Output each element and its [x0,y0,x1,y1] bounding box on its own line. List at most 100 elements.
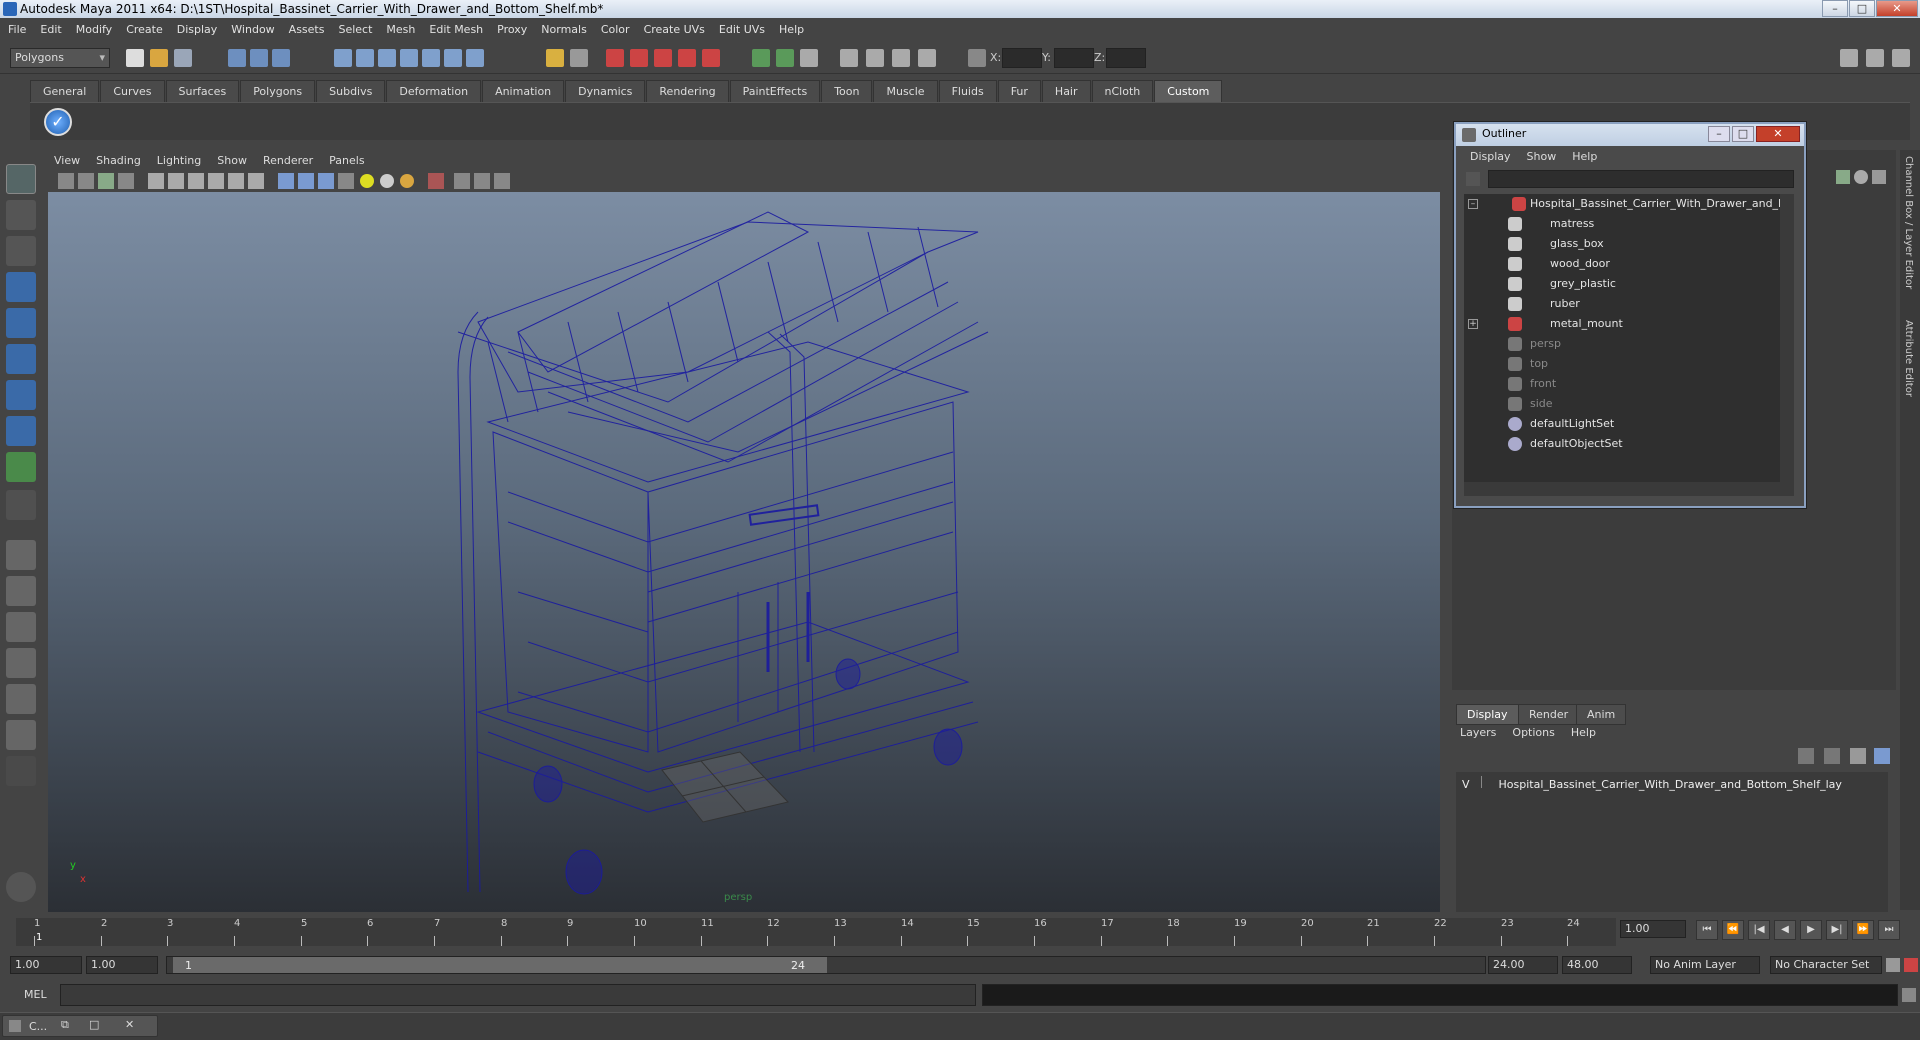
move-tool-icon[interactable] [6,272,36,302]
go-to-start-button[interactable]: ⏮ [1696,920,1718,940]
shelf-tab-muscle[interactable]: Muscle [873,80,938,102]
layer-visibility-toggle[interactable]: V [1462,778,1470,791]
lights-default-icon[interactable] [360,174,374,188]
graph-editor-icon[interactable] [866,49,884,67]
hypergraph-icon[interactable] [918,49,936,67]
outliner-menu-show[interactable]: Show [1527,148,1557,166]
layer-color-swatch[interactable] [1481,776,1491,788]
camera-attributes-icon[interactable] [78,173,94,189]
lock-icon[interactable] [546,49,564,67]
last-tool-icon[interactable] [6,490,36,520]
field-chart-icon[interactable] [228,173,244,189]
show-manipulator-icon[interactable] [6,452,36,482]
collapse-toggle-icon[interactable]: – [1468,199,1478,209]
layout-single-icon[interactable] [1840,49,1858,67]
menu-help[interactable]: Help [779,23,804,36]
select-tool-icon[interactable] [6,164,36,194]
outliner-item-metal-mount[interactable]: + metal_mount [1464,314,1780,334]
smooth-shading-icon[interactable] [298,173,314,189]
layout-attribute-icon[interactable] [1892,49,1910,67]
layout-single-pane-icon[interactable] [6,540,36,570]
outliner-item-ruber[interactable]: ruber [1464,294,1780,314]
outliner-icon[interactable] [840,49,858,67]
render-current-icon[interactable] [606,49,624,67]
wireframe-shading-icon[interactable] [278,173,294,189]
universal-manipulator-icon[interactable] [6,380,36,410]
resolution-gate-icon[interactable] [188,173,204,189]
maximize-button[interactable]: □ [1849,0,1875,17]
new-layer-icon[interactable] [1850,748,1866,764]
menu-normals[interactable]: Normals [541,23,587,36]
rotate-tool-icon[interactable] [6,308,36,338]
layer-tab-display[interactable]: Display [1456,704,1519,725]
menu-proxy[interactable]: Proxy [497,23,527,36]
outliner-menu-help[interactable]: Help [1572,148,1597,166]
outliner-item-root[interactable]: – Hospital_Bassinet_Carrier_With_Drawer_… [1464,194,1780,214]
outliner-close-button[interactable]: ✕ [1756,126,1800,142]
new-scene-icon[interactable] [126,49,144,67]
expand-toggle-icon[interactable]: + [1468,319,1478,329]
channel-box-mode-icon[interactable] [1854,170,1868,184]
question-icon[interactable] [466,49,484,67]
outliner-filter-icon[interactable] [1466,172,1480,186]
xray-joints-icon[interactable] [474,173,490,189]
shelf-tab-rendering[interactable]: Rendering [646,80,729,102]
outliner-horizontal-scrollbar[interactable] [1464,482,1794,496]
shelf-tab-ncloth[interactable]: nCloth [1091,80,1154,102]
perspective-viewport[interactable]: y x persp [48,192,1440,912]
range-slider-bar[interactable] [173,957,827,973]
channel-box-tab[interactable]: Channel Box / Layer Editor [1903,156,1914,289]
shelf-tab-surfaces[interactable]: Surfaces [165,80,240,102]
outliner-item-wood-door[interactable]: wood_door [1464,254,1780,274]
scale-tool-icon[interactable] [6,344,36,374]
outliner-menu-display[interactable]: Display [1470,148,1511,166]
layer-tab-anim[interactable]: Anim [1576,704,1627,725]
layer-menu-help[interactable]: Help [1571,726,1596,739]
film-gate-icon[interactable] [168,173,184,189]
outliner-item-glass-box[interactable]: glass_box [1464,234,1780,254]
hypershade-icon[interactable] [678,49,696,67]
outliner-titlebar[interactable]: Outliner – □ ✕ [1456,124,1804,146]
channel-box-edit-icon[interactable] [1872,170,1886,184]
save-scene-icon[interactable] [174,49,192,67]
select-object-icon[interactable] [250,49,268,67]
step-back-button[interactable]: ⏪ [1722,920,1744,940]
shelf-tab-general[interactable]: General [30,80,100,102]
paint-select-icon[interactable] [6,236,36,266]
render-view-icon[interactable] [702,49,720,67]
lights-all-icon[interactable] [380,174,394,188]
gate-mask-icon[interactable] [208,173,224,189]
layer-row[interactable]: V Hospital_Bassinet_Carrier_With_Drawer_… [1462,776,1842,791]
snap-curve-icon[interactable] [356,49,374,67]
menu-file[interactable]: File [8,23,26,36]
menu-window[interactable]: Window [231,23,274,36]
open-scene-icon[interactable] [150,49,168,67]
maximize-icon[interactable]: □ [89,1018,99,1031]
select-hierarchy-icon[interactable] [228,49,246,67]
minimize-button[interactable]: – [1822,0,1848,17]
step-forward-button[interactable]: ⏩ [1852,920,1874,940]
script-editor-icon[interactable] [1902,988,1916,1002]
ipr-render-icon[interactable] [630,49,648,67]
shelf-tab-dynamics[interactable]: Dynamics [565,80,646,102]
menu-set-select[interactable]: Polygons [10,48,110,68]
mel-command-input[interactable] [60,984,976,1006]
time-slider[interactable]: 1 2 3 4 5 6 7 8 9 10 11 12 13 14 15 16 17 18 19 20 21 22 23 24 … [0,914,1920,950]
animation-end-field[interactable]: 48.00 [1562,956,1632,974]
make-live-icon[interactable] [422,49,440,67]
shelf-tab-fluids[interactable]: Fluids [938,80,997,102]
menu-create[interactable]: Create [126,23,163,36]
z-field[interactable] [1106,48,1146,68]
y-field[interactable] [1054,48,1094,68]
outliner-item-grey-plastic[interactable]: grey_plastic [1464,274,1780,294]
outliner-item-matress[interactable]: matress [1464,214,1780,234]
shelf-tab-toon[interactable]: Toon [821,80,873,102]
layout-four-pane-icon[interactable] [6,576,36,606]
menu-display[interactable]: Display [177,23,218,36]
playback-end-field[interactable]: 24.00 [1488,956,1558,974]
shelf-tab-animation[interactable]: Animation [482,80,565,102]
menu-color[interactable]: Color [601,23,630,36]
construction-history-icon[interactable] [444,49,462,67]
minimized-window-tab[interactable]: C... ⧉ □ ✕ [2,1015,158,1037]
outliner-item-side[interactable]: side [1464,394,1780,414]
